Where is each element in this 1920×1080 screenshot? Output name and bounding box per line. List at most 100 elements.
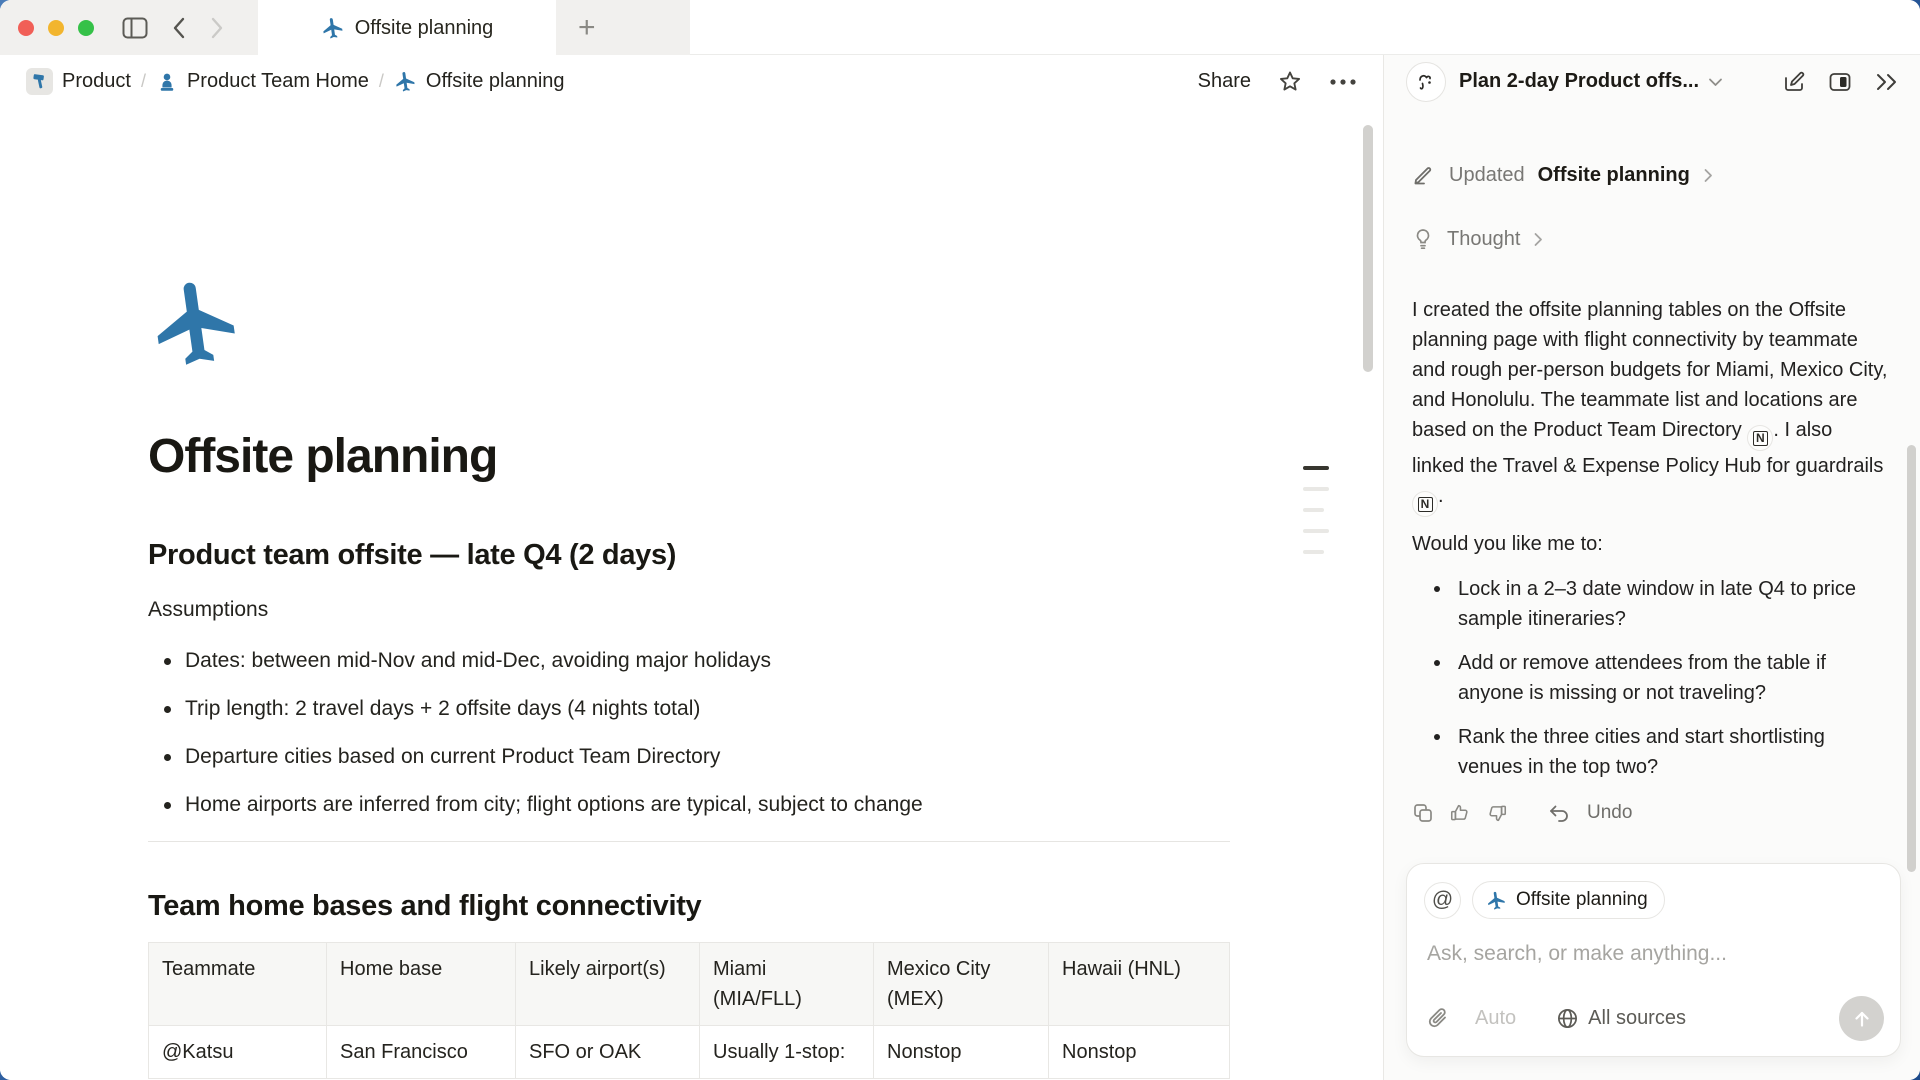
app-window: Offsite planning + Product <box>0 0 1920 1080</box>
thought-label: Thought <box>1447 228 1520 251</box>
globe-icon <box>1556 1007 1579 1030</box>
breadcrumb-item-product[interactable]: Product <box>26 68 131 95</box>
document-body[interactable]: Offsite planning Product team offsite — … <box>0 108 1383 1080</box>
minimize-window-button[interactable] <box>48 20 64 36</box>
page-icon-airplane[interactable] <box>148 274 245 371</box>
person-icon <box>156 71 178 93</box>
document-scrollbar[interactable] <box>1363 125 1373 372</box>
traffic-lights[interactable] <box>18 20 94 36</box>
notion-page-link-icon[interactable]: N <box>1412 491 1438 517</box>
table-cell[interactable]: San Francisco <box>327 1026 516 1079</box>
airplane-icon <box>394 70 417 93</box>
table-cell[interactable]: Nonstop <box>1049 1026 1230 1079</box>
table-cell-teammate[interactable]: @Katsu <box>149 1026 327 1079</box>
send-button[interactable] <box>1839 996 1884 1041</box>
airplane-icon <box>1486 890 1507 911</box>
new-chat-icon[interactable] <box>1782 70 1806 94</box>
ai-panel-header: Plan 2-day Product offs... <box>1384 55 1920 108</box>
chevron-right-icon <box>1703 168 1713 183</box>
page-title: Offsite planning <box>148 427 1230 487</box>
column-header[interactable]: Mexico City (MEX) <box>874 943 1049 1026</box>
divider <box>148 841 1230 842</box>
toc-line <box>1303 529 1329 533</box>
breadcrumb-separator: / <box>141 71 146 92</box>
table-row[interactable]: @Katsu San Francisco SFO or OAK Usually … <box>149 1026 1230 1079</box>
undo-button[interactable]: Undo <box>1587 802 1632 824</box>
breadcrumb-item-product-team-home[interactable]: Product Team Home <box>156 70 369 93</box>
share-button[interactable]: Share <box>1198 70 1251 93</box>
updated-page-row[interactable]: Updated Offsite planning <box>1412 155 1888 195</box>
new-tab-button[interactable]: + <box>556 0 690 55</box>
arrow-up-icon <box>1852 1009 1872 1029</box>
section-heading-offsite: Product team offsite — late Q4 (2 days) <box>148 537 1230 573</box>
ai-question: Would you like me to: <box>1412 529 1888 559</box>
list-item: Lock in a 2–3 date window in late Q4 to … <box>1412 567 1888 641</box>
undo-icon[interactable] <box>1548 804 1570 822</box>
ai-face-icon <box>1406 62 1446 102</box>
mention-button[interactable]: @ <box>1424 882 1461 919</box>
updated-label: Updated <box>1449 164 1525 187</box>
ai-message: I created the offsite planning tables on… <box>1412 295 1888 517</box>
sidebar-toggle-icon[interactable] <box>122 17 148 39</box>
all-sources-button[interactable]: All sources <box>1556 1007 1686 1030</box>
back-icon[interactable] <box>172 17 186 39</box>
document-header: Product / Product Team Home / <box>0 55 1383 108</box>
auto-mode-button[interactable]: Auto <box>1475 1007 1516 1030</box>
thumbs-up-icon[interactable] <box>1449 802 1471 824</box>
section-heading-connectivity: Team home bases and flight connectivity <box>148 888 1230 924</box>
column-header[interactable]: Home base <box>327 943 516 1026</box>
collapse-panel-icon[interactable] <box>1874 72 1900 92</box>
copy-icon[interactable] <box>1412 802 1434 824</box>
toc-line <box>1303 550 1324 554</box>
breadcrumb-label: Offsite planning <box>426 70 565 93</box>
tab-bar: Offsite planning + <box>0 0 1920 55</box>
assumptions-label: Assumptions <box>148 595 1230 625</box>
panel-scrollbar[interactable] <box>1907 445 1916 872</box>
toc-line <box>1303 466 1329 470</box>
table-cell[interactable]: SFO or OAK <box>516 1026 700 1079</box>
thought-row[interactable]: Thought <box>1412 219 1888 259</box>
column-header[interactable]: Likely airport(s) <box>516 943 700 1026</box>
ai-composer[interactable]: @ Offsite planning Ask, search, or make … <box>1406 863 1901 1057</box>
airplane-icon <box>321 16 345 40</box>
all-sources-label: All sources <box>1588 1007 1686 1030</box>
attachment-icon[interactable] <box>1427 1007 1449 1031</box>
window-controls-area <box>0 0 258 55</box>
breadcrumb-item-offsite-planning[interactable]: Offsite planning <box>394 70 565 93</box>
list-item: Trip length: 2 travel days + 2 offsite d… <box>148 685 1230 733</box>
document-area: Product / Product Team Home / <box>0 55 1383 1080</box>
breadcrumb: Product / Product Team Home / <box>26 68 565 95</box>
tab-title: Offsite planning <box>355 17 494 40</box>
context-chip-offsite-planning[interactable]: Offsite planning <box>1472 881 1665 919</box>
star-icon[interactable] <box>1277 69 1303 95</box>
table-header-row: Teammate Home base Likely airport(s) Mia… <box>149 943 1230 1026</box>
column-header[interactable]: Miami (MIA/FLL) <box>700 943 874 1026</box>
column-header[interactable]: Hawaii (HNL) <box>1049 943 1230 1026</box>
column-header[interactable]: Teammate <box>149 943 327 1026</box>
list-item: Dates: between mid-Nov and mid-Dec, avoi… <box>148 637 1230 685</box>
flight-connectivity-table[interactable]: Teammate Home base Likely airport(s) Mia… <box>148 942 1230 1079</box>
updated-page-name: Offsite planning <box>1538 164 1690 187</box>
assumptions-list: Dates: between mid-Nov and mid-Dec, avoi… <box>148 637 1230 829</box>
breadcrumb-separator: / <box>379 71 384 92</box>
table-cell[interactable]: Nonstop <box>874 1026 1049 1079</box>
list-item: Home airports are inferred from city; fl… <box>148 781 1230 829</box>
more-options-icon[interactable] <box>1329 78 1357 86</box>
chevron-down-icon[interactable] <box>1708 77 1723 87</box>
thumbs-down-icon[interactable] <box>1486 802 1508 824</box>
side-peek-icon[interactable] <box>1828 70 1852 94</box>
ai-assistant-panel: Plan 2-day Product offs... <box>1383 55 1920 1080</box>
breadcrumb-label: Product Team Home <box>187 70 369 93</box>
notion-page-link-icon[interactable]: N <box>1747 425 1773 451</box>
toc-line <box>1303 487 1329 491</box>
table-of-contents-indicator[interactable] <box>1303 466 1329 571</box>
forward-icon[interactable] <box>210 17 224 39</box>
suggestions-list: Lock in a 2–3 date window in late Q4 to … <box>1412 567 1888 789</box>
tab-offsite-planning[interactable]: Offsite planning <box>258 0 556 56</box>
zoom-window-button[interactable] <box>78 20 94 36</box>
table-cell[interactable]: Usually 1-stop: <box>700 1026 874 1079</box>
ai-prompt-input[interactable]: Ask, search, or make anything... <box>1427 942 1900 966</box>
close-window-button[interactable] <box>18 20 34 36</box>
list-item: Rank the three cities and start shortlis… <box>1412 715 1888 789</box>
ai-thread-title[interactable]: Plan 2-day Product offs... <box>1459 70 1699 93</box>
